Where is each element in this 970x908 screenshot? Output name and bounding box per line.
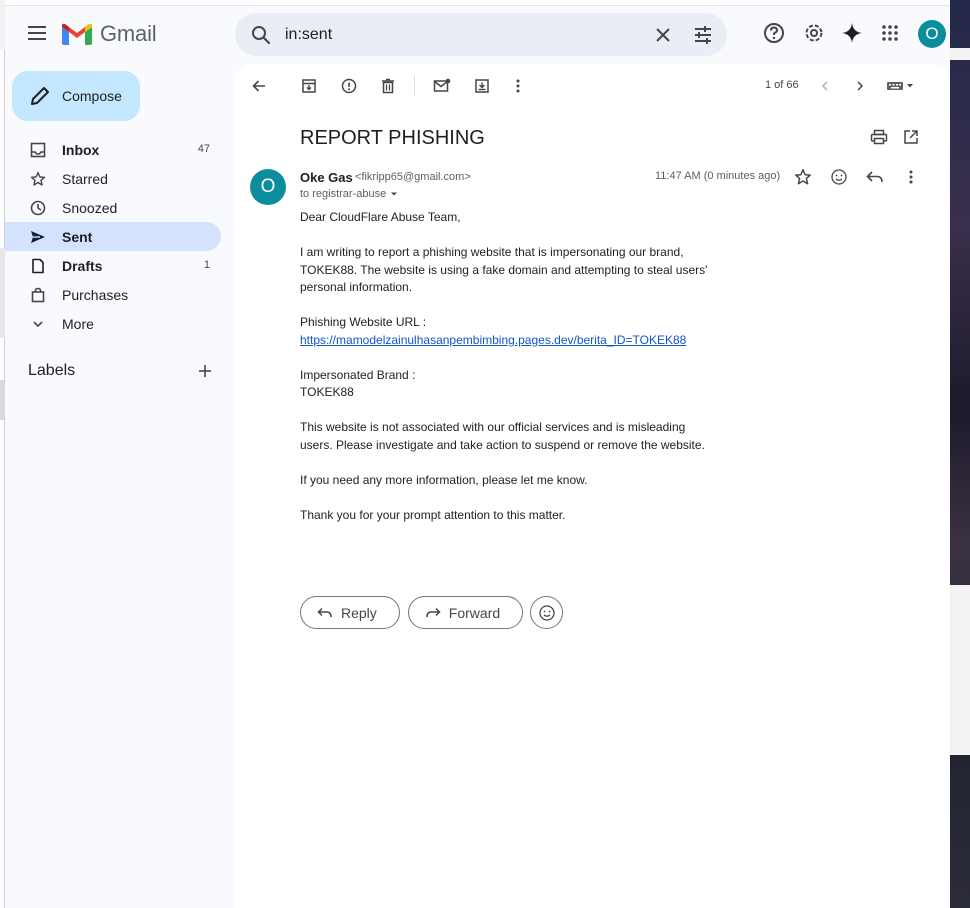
more-vertical-icon[interactable] [508,76,528,96]
forward-icon [426,607,441,617]
older-chevron-right-icon[interactable] [850,76,870,96]
chevron-down-icon [28,314,48,334]
app-name: Gmail [100,21,157,46]
compose-button[interactable]: Compose [12,71,140,121]
forward-label: Forward [448,604,501,621]
star-message-icon[interactable] [793,167,813,187]
caret-down-icon [391,192,398,196]
recipient-text: to registrar-abuse [300,188,387,200]
sender-name[interactable]: Oke Gas [300,170,353,185]
shopping-bag-icon [28,285,48,305]
sidebar-item-label: Sent [62,229,93,245]
sidebar-item-label: Inbox [62,142,100,158]
recipients-details[interactable]: to registrar-abuse [300,188,399,200]
brand-label: Impersonated Brand : [300,367,416,382]
body-paragraph: I am writing to report a phishing websit… [300,245,708,294]
search-bar [235,13,727,56]
sidebar-item-more[interactable]: More [5,309,221,338]
message-timestamp: 11:47 AM (0 minutes ago) [655,170,781,182]
sidebar-nav: Inbox 47 Starred Snoozed Sent Drafts 1 P… [5,135,221,338]
account-avatar[interactable]: O [918,20,946,48]
main-menu-button[interactable] [25,21,49,45]
gmail-logo[interactable]: Gmail [62,20,157,48]
message-view: 1 of 66 REPORT PHISHING O Oke Gas <fikri… [235,64,950,908]
clock-icon [28,198,48,218]
toolbar-divider [414,76,415,96]
mark-unread-icon[interactable] [432,76,452,96]
open-in-new-window-icon[interactable] [901,127,921,147]
search-input[interactable] [285,21,625,49]
newer-chevron-left-icon[interactable] [815,76,835,96]
gemini-sparkle-icon[interactable] [840,21,864,45]
back-arrow-icon[interactable] [249,76,269,96]
sidebar-item-label: More [62,316,94,332]
phishing-url-link[interactable]: https://mamodelzainulhasanpembimbing.pag… [300,333,686,347]
reply-button[interactable]: Reply [300,596,400,629]
sidebar-item-label: Snoozed [62,200,118,216]
url-label: Phishing Website URL : [300,315,427,329]
reply-label: Reply [341,604,377,621]
sidebar-item-inbox[interactable]: Inbox 47 [5,135,221,164]
reply-arrow-icon[interactable] [865,167,885,187]
message-more-vertical-icon[interactable] [901,167,921,187]
body-paragraph: This website is not associated with our … [300,420,705,452]
trash-icon[interactable] [378,76,398,96]
sender-email: <fikripp65@gmail.com> [355,171,471,183]
send-icon [28,227,48,247]
hamburger-menu-icon [28,26,46,40]
sidebar-item-snoozed[interactable]: Snoozed [5,193,221,222]
input-tools-keyboard-icon[interactable] [885,76,917,96]
archive-icon[interactable] [299,76,319,96]
pencil-icon [29,85,51,107]
apps-grid-icon[interactable] [878,21,902,45]
print-icon[interactable] [869,127,889,147]
top-bar: Gmail in:sent O [5,6,950,64]
pagination-count: 1 of 66 [765,79,799,91]
emoji-reaction-button[interactable] [530,596,564,629]
add-reaction-emoji-icon[interactable] [829,167,849,187]
sidebar-item-starred[interactable]: Starred [5,164,221,193]
body-paragraph: If you need any more information, please… [300,472,588,487]
desktop-edge-right [950,0,970,908]
star-icon [28,169,48,189]
sender-avatar[interactable]: O [250,169,286,205]
brand-value: TOKEK88 [300,385,354,399]
search-icon[interactable] [249,23,273,47]
reply-icon [317,607,332,617]
compose-label: Compose [62,88,122,104]
sidebar-item-label: Drafts [62,258,103,274]
forward-button[interactable]: Forward [407,596,524,629]
smiley-emoji-icon [539,604,555,621]
email-subject: REPORT PHISHING [300,127,485,149]
body-url-block: Phishing Website URL : https://mamodelza… [300,314,720,349]
inbox-icon [28,140,48,160]
labels-heading: Labels [28,362,76,379]
report-spam-icon[interactable] [339,76,359,96]
settings-gear-icon[interactable] [802,21,826,45]
reply-actions: Reply Forward [300,596,564,629]
body-paragraph: Thank you for your prompt attention to t… [300,507,566,522]
sidebar-item-purchases[interactable]: Purchases [5,280,221,309]
body-greeting: Dear CloudFlare Abuse Team, [300,210,461,224]
draft-icon [28,256,48,276]
email-body: Dear CloudFlare Abuse Team, I am writing… [300,209,720,542]
search-options-icon[interactable] [691,23,715,47]
body-brand-block: Impersonated Brand : TOKEK88 [300,367,720,402]
sidebar-item-label: Purchases [62,287,129,303]
clear-search-icon[interactable] [651,23,675,47]
sidebar-item-label: Starred [62,171,108,187]
move-to-icon[interactable] [472,76,492,96]
unread-count: 47 [197,143,210,155]
sidebar-item-drafts[interactable]: Drafts 1 [5,251,221,280]
help-icon[interactable] [762,21,786,45]
gmail-m-icon [62,23,92,45]
sidebar-item-sent[interactable]: Sent [5,222,221,251]
add-label-plus-icon[interactable] [195,361,215,381]
draft-count: 1 [203,259,210,271]
